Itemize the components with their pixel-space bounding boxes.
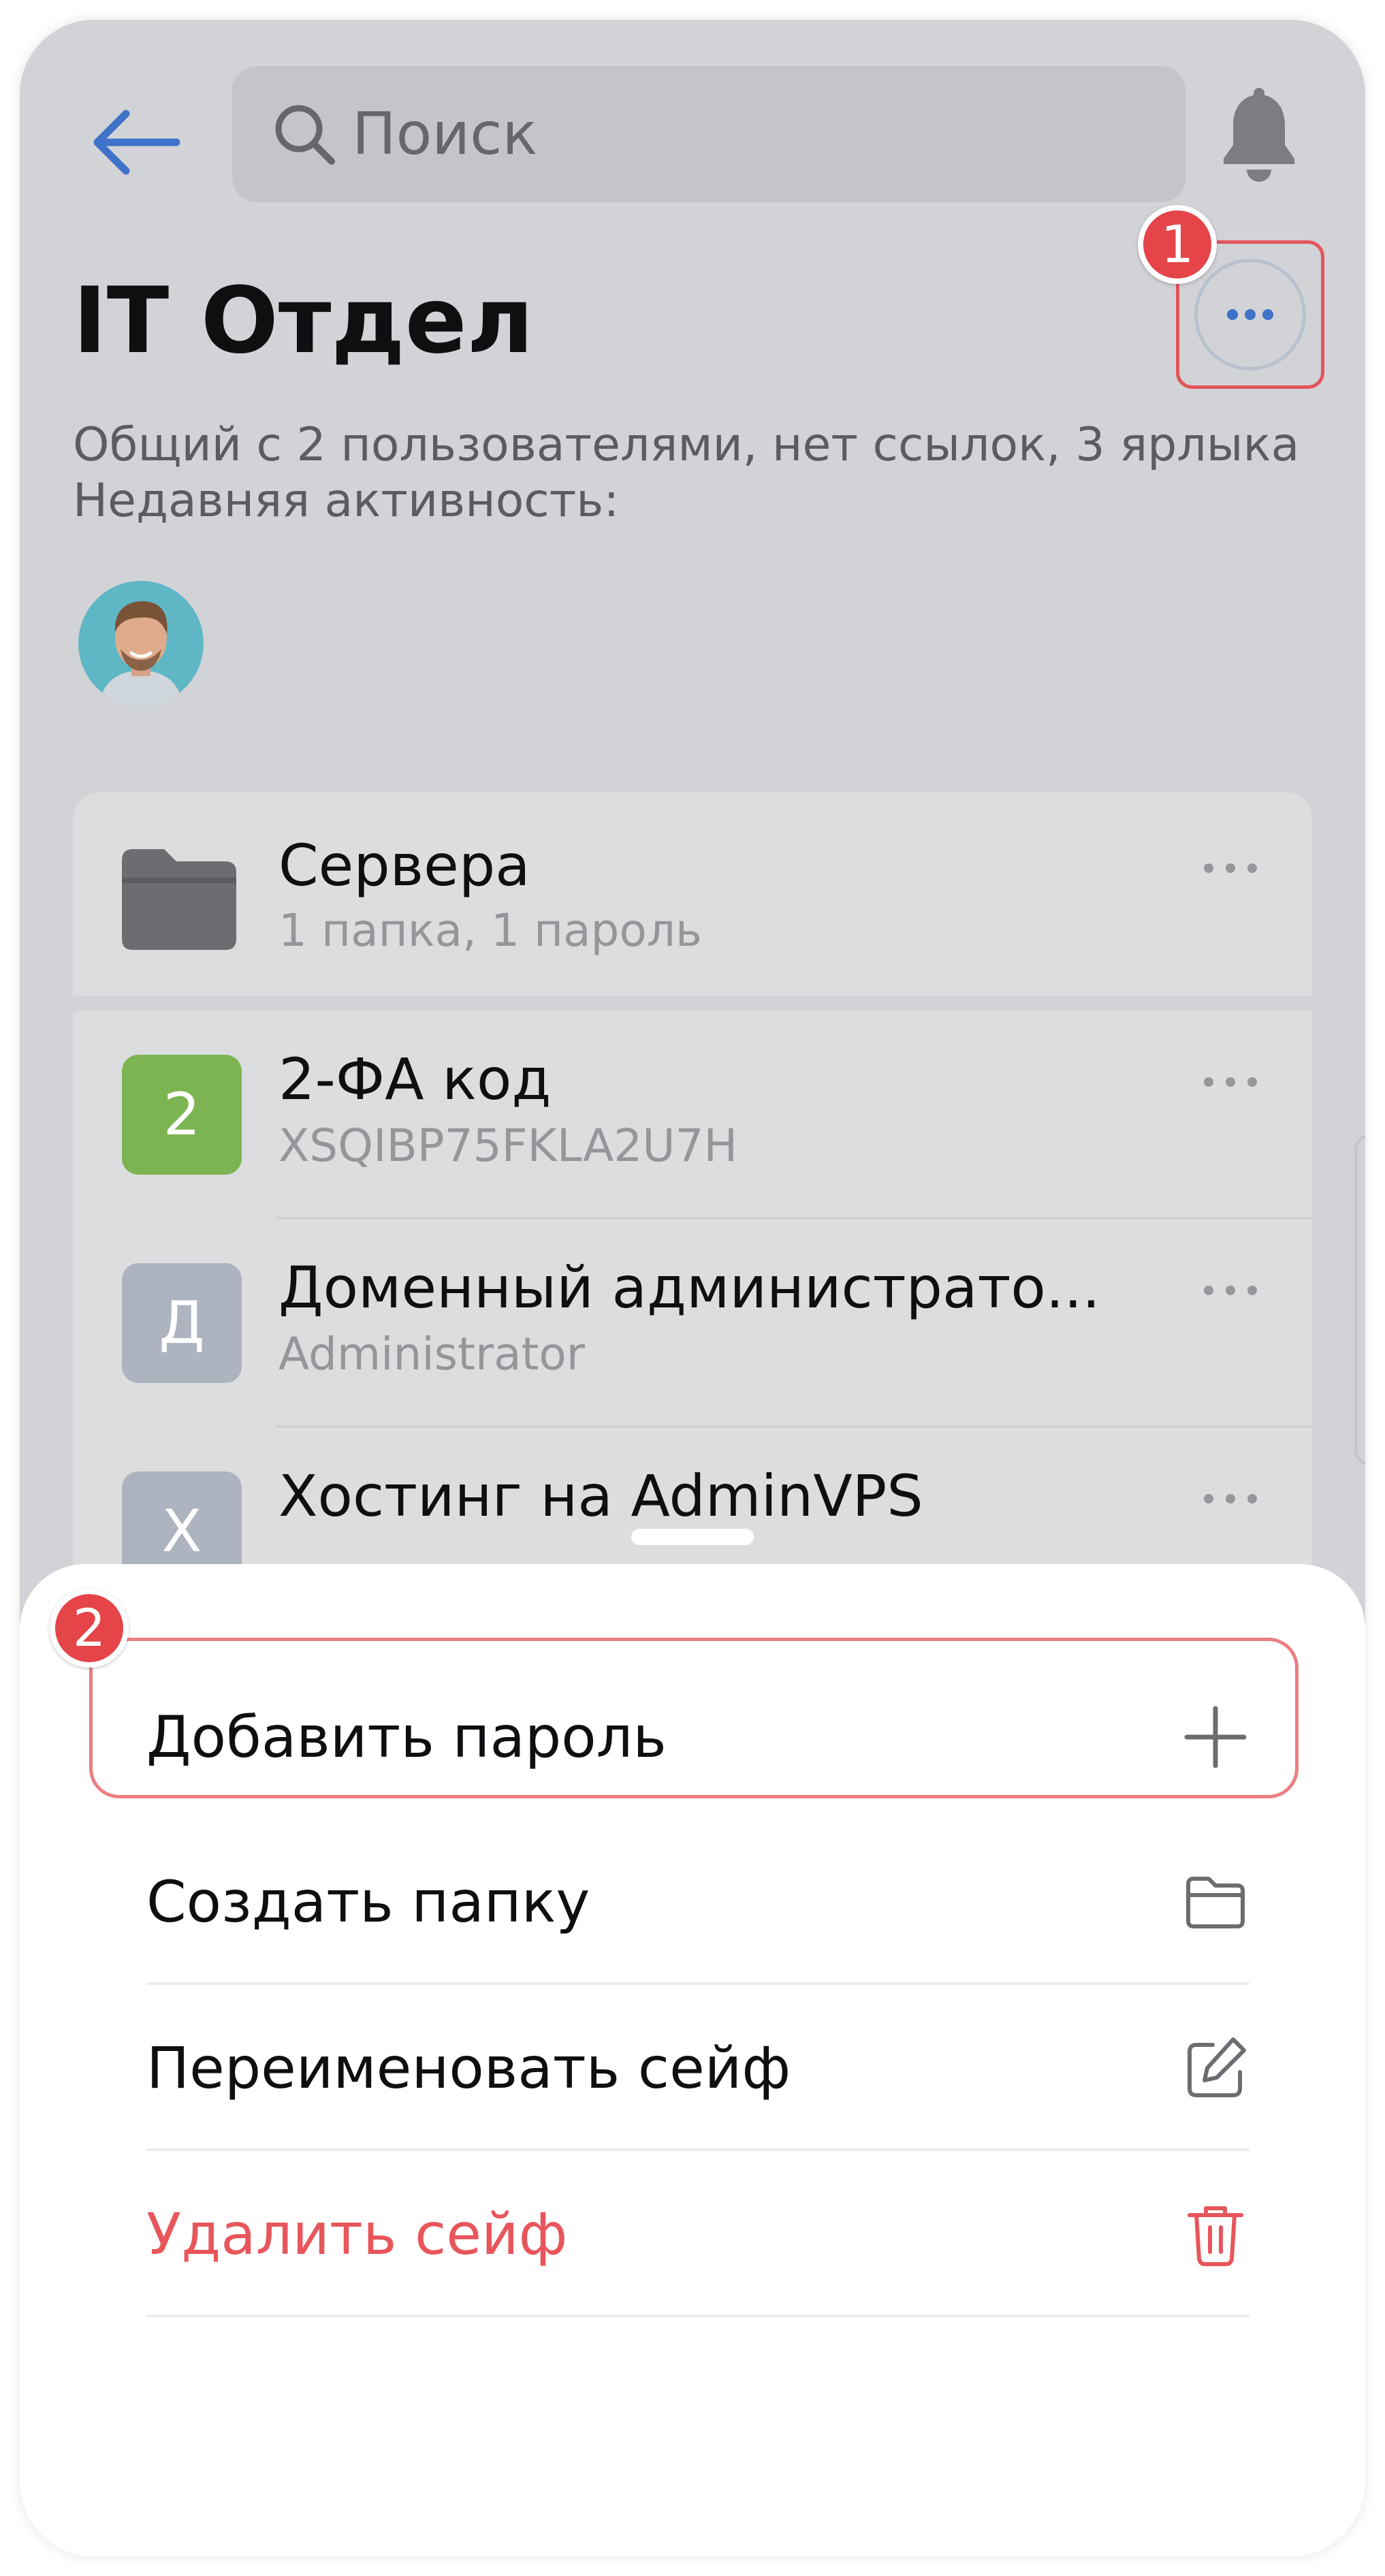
scroll-edge-handle xyxy=(1354,1134,1365,1466)
item-title: 2-ФА код xyxy=(278,1046,552,1113)
back-button[interactable] xyxy=(88,95,183,190)
vault-subtitle: Общий с 2 пользователями, нет ссылок, 3 … xyxy=(73,417,1299,529)
notifications-button[interactable] xyxy=(1218,88,1300,183)
search-icon xyxy=(275,105,335,165)
vault-title: IT Отдел xyxy=(73,268,534,374)
phone-screen: Поиск IT Отдел 1 Общий с 2 пользователям… xyxy=(20,20,1365,2557)
edit-icon xyxy=(1188,2037,1246,2097)
folder-icon xyxy=(122,849,236,950)
item-more-icon[interactable] xyxy=(1196,1068,1264,1096)
create-folder-menu-item[interactable]: Создать папку xyxy=(146,1819,1249,1985)
menu-divider xyxy=(146,2315,1249,2317)
vault-items-list: Сервера 1 папка, 1 пароль 2 2-ФА код XSQ… xyxy=(73,792,1312,1609)
vault-sharing-info: Общий с 2 пользователями, нет ссылок, 3 … xyxy=(73,418,1300,472)
item-subtitle: Administrator xyxy=(278,1328,585,1380)
sheet-grabber[interactable] xyxy=(631,1529,754,1545)
rename-vault-menu-item[interactable]: Переименовать сейф xyxy=(146,1985,1249,2151)
annotation-badge-1: 1 xyxy=(1138,205,1217,284)
search-placeholder: Поиск xyxy=(352,100,538,168)
user-photo xyxy=(78,581,204,706)
arrow-left-icon xyxy=(93,110,180,175)
item-title: Доменный администрато... xyxy=(278,1254,1100,1321)
folder-outline-icon xyxy=(1186,1877,1245,1928)
item-more-icon[interactable] xyxy=(1196,1277,1264,1304)
item-subtitle: XSQIBP75FKLA2U7H xyxy=(278,1119,738,1172)
item-letter-tile: 2 xyxy=(122,1055,242,1175)
list-item[interactable]: 2 2-ФА код XSQIBP75FKLA2U7H xyxy=(73,1011,1312,1220)
list-item[interactable]: Д Доменный администрато... Administrator xyxy=(73,1220,1312,1428)
vault-more-button[interactable] xyxy=(1194,259,1306,370)
vault-activity-label: Недавняя активность: xyxy=(73,474,620,528)
menu-item-label: Создать папку xyxy=(146,1869,590,1935)
item-letter-tile: Д xyxy=(122,1263,242,1383)
folder-title: Сервера xyxy=(278,832,530,899)
folder-row[interactable]: Сервера 1 папка, 1 пароль xyxy=(73,792,1312,996)
section-divider xyxy=(73,996,1312,1011)
folder-more-icon[interactable] xyxy=(1196,855,1264,882)
menu-item-label: Удалить сейф xyxy=(146,2201,568,2268)
folder-subtitle: 1 папка, 1 пароль xyxy=(278,904,702,957)
more-horizontal-icon xyxy=(1227,309,1273,320)
annotation-badge-2: 2 xyxy=(50,1589,129,1668)
trash-icon xyxy=(1188,2206,1243,2266)
search-input[interactable]: Поиск xyxy=(232,66,1185,202)
item-more-icon[interactable] xyxy=(1196,1485,1264,1512)
avatar[interactable] xyxy=(78,581,204,706)
item-title: Хостинг на AdminVPS xyxy=(278,1463,923,1529)
menu-item-label: Переименовать сейф xyxy=(146,2035,791,2101)
bell-icon xyxy=(1224,88,1294,182)
add-password-highlight xyxy=(89,1638,1299,1798)
delete-vault-menu-item[interactable]: Удалить сейф xyxy=(146,2151,1249,2317)
